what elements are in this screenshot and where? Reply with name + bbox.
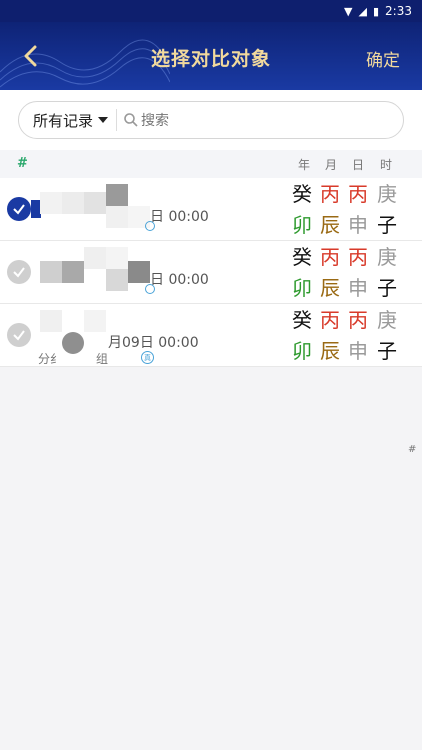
search-icon: [124, 113, 138, 127]
search-bar: 所有记录: [0, 90, 422, 150]
index-hash: #: [17, 156, 28, 171]
page-title: 选择对比对象: [150, 48, 271, 70]
pillar-month-stem: 丙: [320, 245, 340, 269]
pillar-hour-branch: 子: [377, 213, 397, 237]
side-index-hash[interactable]: #: [408, 444, 416, 455]
search-input[interactable]: [141, 112, 342, 128]
pillar-year-branch: 卯: [292, 339, 312, 363]
pillar-year-stem: 癸: [292, 308, 312, 332]
pillar-month-branch: 辰: [320, 339, 340, 363]
record-date: 月09日 00:00: [108, 335, 199, 351]
badge-icon: 真: [141, 351, 154, 364]
group-label-2: 组: [96, 352, 109, 366]
pillar-hour-stem: 庚: [377, 182, 397, 206]
info-badge-icon: [145, 284, 155, 294]
signal-icon: ◢: [358, 4, 367, 18]
col-hour: 时: [379, 158, 392, 172]
pixelated-name: [40, 247, 150, 299]
pillar-hour-stem: 庚: [377, 245, 397, 269]
pillar-day-branch: 申: [348, 276, 368, 300]
pillar-day-stem: 丙: [348, 245, 368, 269]
row-checkbox[interactable]: [7, 323, 31, 347]
pillar-hour-branch: 子: [377, 276, 397, 300]
pillar-year-stem: 癸: [292, 182, 312, 206]
confirm-button[interactable]: 确定: [366, 46, 400, 71]
status-bar: ▼ ◢ ▮ 2:33: [0, 0, 422, 22]
pillar-day-stem: 丙: [348, 308, 368, 332]
record-row[interactable]: 日 00:00 癸 丙 丙 庚 卯 辰 申 子: [0, 241, 422, 304]
search-pill: 所有记录: [18, 101, 404, 139]
pillar-year-branch: 卯: [292, 213, 312, 237]
pillar-month-stem: 丙: [320, 182, 340, 206]
record-filter-dropdown[interactable]: 所有记录: [33, 109, 118, 131]
record-list: 日 00:00 癸 丙 丙 庚 卯 辰 申 子 日 00:00 癸 丙 丙 庚 …: [0, 178, 422, 367]
row-checkbox[interactable]: [7, 260, 31, 284]
info-badge-icon: [145, 221, 155, 231]
checkmark-icon: [13, 330, 25, 341]
app-header: 选择对比对象 确定: [0, 22, 422, 90]
wifi-icon: ▼: [344, 4, 353, 18]
pixelated-name: [40, 184, 150, 236]
col-month: 月: [324, 158, 337, 172]
pillar-month-branch: 辰: [320, 213, 340, 237]
col-day: 日: [351, 158, 364, 172]
dropdown-triangle-icon: [98, 117, 109, 123]
pillar-day-stem: 丙: [348, 182, 368, 206]
pillar-year-stem: 癸: [292, 245, 312, 269]
checkmark-icon: [13, 267, 25, 278]
battery-icon: ▮: [372, 4, 380, 18]
pillar-hour-stem: 庚: [377, 308, 397, 332]
col-year: 年: [297, 158, 310, 172]
pillar-year-branch: 卯: [292, 276, 312, 300]
status-time: 2:33: [385, 4, 412, 18]
pillar-day-branch: 申: [348, 213, 368, 237]
record-row[interactable]: 月09日 00:00 分纟 组 真 癸 丙 丙 庚 卯 辰 申 子: [0, 304, 422, 367]
record-date: 日 00:00: [150, 272, 209, 288]
row-checkbox[interactable]: [7, 197, 31, 221]
checkmark-icon: [13, 204, 25, 215]
pillar-day-branch: 申: [348, 339, 368, 363]
pillar-hour-branch: 子: [377, 339, 397, 363]
column-header: # 年 月 日 时: [0, 150, 422, 178]
pillar-month-stem: 丙: [320, 308, 340, 332]
pillar-month-branch: 辰: [320, 276, 340, 300]
record-date: 日 00:00: [150, 209, 209, 225]
group-label: 分纟: [38, 352, 63, 366]
record-row[interactable]: 日 00:00 癸 丙 丙 庚 卯 辰 申 子: [0, 178, 422, 241]
filter-label: 所有记录: [33, 111, 94, 130]
